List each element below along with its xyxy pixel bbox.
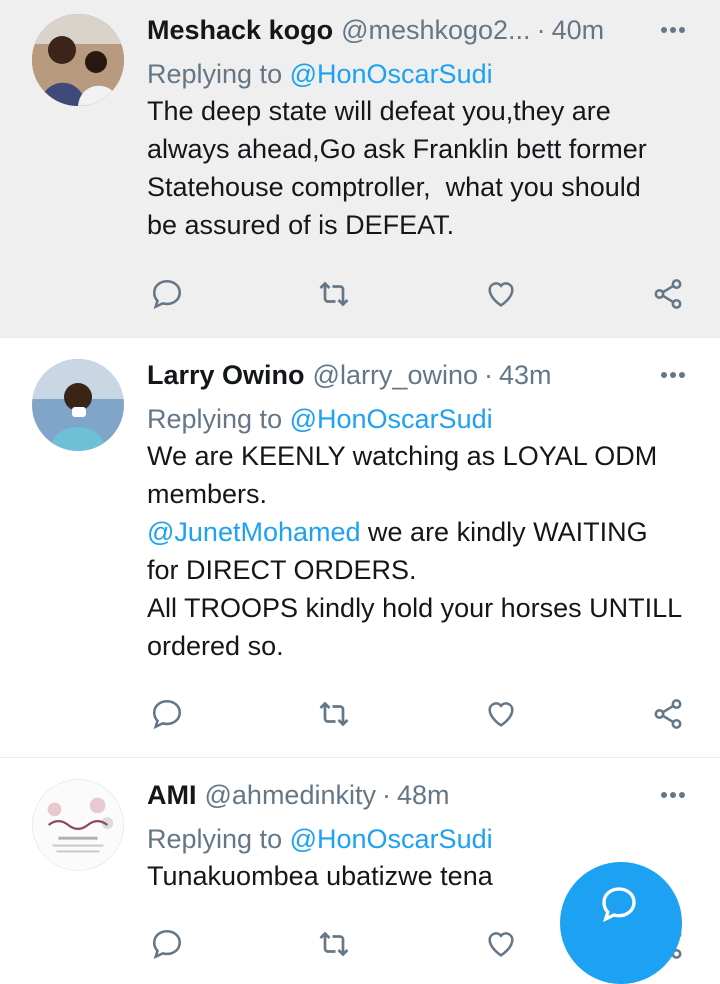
reply-icon[interactable] [147, 694, 187, 734]
separator: · [536, 15, 546, 45]
retweet-icon[interactable] [314, 694, 354, 734]
replying-to: Replying to @HonOscarSudi [147, 401, 688, 437]
author-name[interactable]: Meshack kogo [147, 14, 333, 46]
tweet-text-line: members. [147, 479, 268, 509]
replying-to-mention[interactable]: @HonOscarSudi [290, 824, 493, 854]
replying-to-mention[interactable]: @HonOscarSudi [290, 404, 493, 434]
more-icon[interactable] [658, 779, 688, 811]
author-handle[interactable]: @larry_owino [313, 359, 478, 391]
tweet-text-line: be assured of is DEFEAT. [147, 210, 455, 240]
reply-icon[interactable] [147, 924, 187, 964]
mention-link[interactable]: @JunetMohamed [147, 517, 361, 547]
timestamp[interactable]: 43m [499, 359, 552, 391]
retweet-icon[interactable] [314, 274, 354, 314]
replying-to: Replying to @HonOscarSudi [147, 56, 688, 92]
tweet-card[interactable]: Meshack kogo @meshkogo2... · 40m Replyin… [0, 0, 720, 338]
replying-to-label: Replying to [147, 824, 283, 854]
author-name[interactable]: Larry Owino [147, 359, 305, 391]
share-icon[interactable] [648, 694, 688, 734]
avatar[interactable] [32, 14, 124, 106]
replying-to-label: Replying to [147, 59, 283, 89]
separator: · [484, 360, 493, 390]
heart-icon[interactable] [481, 274, 521, 314]
more-icon[interactable] [658, 14, 688, 46]
tweet-text-line: The deep state will defeat you,they are [147, 96, 611, 126]
separator: · [381, 780, 391, 810]
tweet-text-segment: we are kindly WAITING [360, 517, 648, 547]
replying-to-label: Replying to [147, 404, 283, 434]
tweet-text-line: @JunetMohamed we are kindly WAITING [147, 513, 688, 551]
tweet-text-line: Statehouse comptroller, what you should [147, 172, 641, 202]
reply-icon[interactable] [147, 274, 187, 314]
heart-icon[interactable] [481, 694, 521, 734]
tweet-text-line: always ahead,Go ask Franklin bett former [147, 134, 647, 164]
compose-reply-icon [599, 884, 639, 924]
tweet-text: The deep state will defeat you,they are … [147, 92, 688, 244]
heart-icon[interactable] [481, 924, 521, 964]
tweet-text-line: We are KEENLY watching as LOYAL ODM [147, 441, 658, 471]
tweet-text-line: All TROOPS kindly hold your horses UNTIL… [147, 593, 683, 623]
timestamp[interactable]: 40m [552, 14, 605, 46]
author-name[interactable]: AMI [147, 779, 197, 811]
timestamp[interactable]: 48m [397, 779, 450, 811]
tweet-card[interactable]: Larry Owino @larry_owino · 43m Replying … [0, 338, 720, 758]
replying-to-mention[interactable]: @HonOscarSudi [290, 59, 493, 89]
compose-reply-button[interactable] [560, 862, 682, 984]
author-handle[interactable]: @ahmedinkity [205, 779, 376, 811]
replying-to: Replying to @HonOscarSudi [147, 821, 688, 857]
tweet-text-line: for DIRECT ORDERS. [147, 555, 417, 585]
retweet-icon[interactable] [314, 924, 354, 964]
tweet-text-line: ordered so. [147, 631, 284, 661]
more-icon[interactable] [658, 359, 688, 391]
author-handle[interactable]: @meshkogo2... [341, 14, 531, 46]
avatar[interactable] [32, 779, 124, 871]
tweet-text: We are KEENLY watching as LOYAL ODM memb… [147, 437, 688, 665]
avatar[interactable] [32, 359, 124, 451]
share-icon[interactable] [648, 274, 688, 314]
